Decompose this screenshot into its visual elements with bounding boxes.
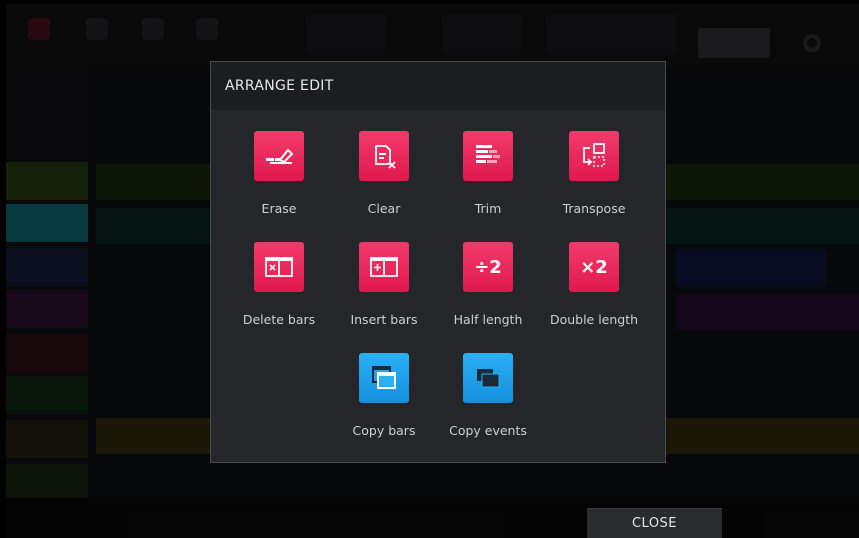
transpose-icon	[569, 131, 619, 181]
half-length-button[interactable]: ÷2 Half length	[436, 242, 540, 342]
trim-button[interactable]: Trim	[436, 131, 540, 231]
transpose-label: Transpose	[562, 201, 626, 216]
clear-icon	[359, 131, 409, 181]
copy-events-label: Copy events	[449, 423, 527, 438]
clear-button[interactable]: Clear	[332, 131, 436, 231]
arrange-edit-dialog: ARRANGE EDIT Erase Clear Trim Transpose …	[210, 61, 666, 463]
delete-bars-icon	[254, 242, 304, 292]
copy-events-icon	[463, 353, 513, 403]
half-length-icon: ÷2	[463, 242, 513, 292]
double-length-glyph: ×2	[580, 256, 608, 278]
dialog-header: ARRANGE EDIT	[211, 62, 665, 110]
erase-button[interactable]: Erase	[227, 131, 331, 231]
delete-bars-button[interactable]: Delete bars	[227, 242, 331, 342]
dialog-title: ARRANGE EDIT	[225, 78, 334, 94]
insert-bars-button[interactable]: Insert bars	[332, 242, 436, 342]
copy-bars-button[interactable]: Copy bars	[332, 353, 436, 453]
trim-icon	[463, 131, 513, 181]
copy-events-button[interactable]: Copy events	[436, 353, 540, 453]
double-length-label: Double length	[549, 312, 639, 327]
double-length-button[interactable]: ×2 Double length	[542, 242, 646, 342]
double-length-icon: ×2	[569, 242, 619, 292]
close-button[interactable]: CLOSE	[587, 508, 722, 538]
transpose-button[interactable]: Transpose	[542, 131, 646, 231]
insert-bars-icon	[359, 242, 409, 292]
half-length-glyph: ÷2	[474, 256, 502, 278]
erase-icon	[254, 131, 304, 181]
copy-bars-icon	[359, 353, 409, 403]
